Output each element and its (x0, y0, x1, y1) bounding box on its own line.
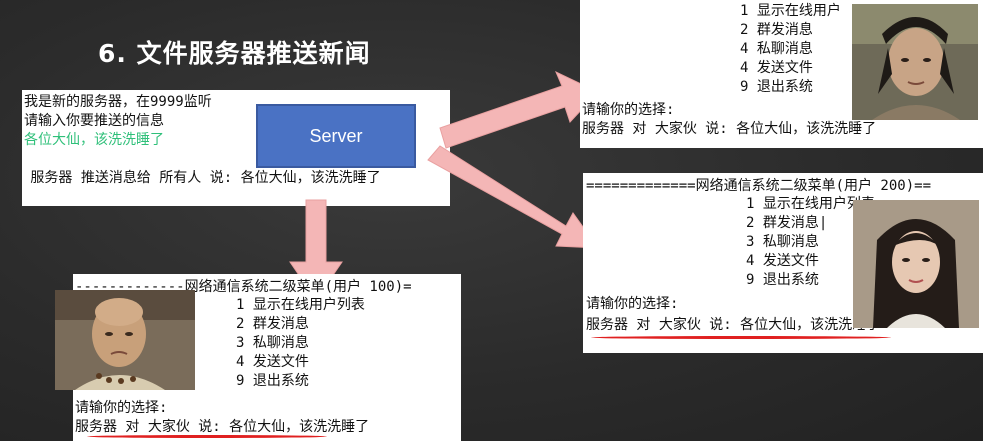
client-top-prompt: 请输你的选择: (582, 102, 675, 118)
client-200-underline (591, 336, 891, 339)
avatar-young-man-image (852, 4, 978, 120)
menu-item: 3 私聊消息 (236, 335, 309, 351)
client-200-header: =============网络通信系统二级菜单(用户 200)== (586, 178, 932, 194)
avatar-young-man (852, 4, 978, 120)
avatar-young-woman (853, 200, 979, 328)
menu-item: 1 显示在线用户列表 (236, 297, 365, 313)
client-top-received: 服务器 对 大家伙 说: 各位大仙，该洗洗睡了 (582, 121, 877, 137)
menu-item: 1 显示在线用户 (740, 3, 841, 19)
client-100-menu: 1 显示在线用户列表 2 群发消息 3 私聊消息 4 发送文件 9 退出系统 (236, 296, 365, 391)
arrow-to-client-top (439, 70, 599, 149)
menu-item: 4 发送文件 (740, 60, 813, 76)
arrow-to-client-200 (427, 145, 600, 249)
avatar-old-monk (55, 290, 195, 390)
avatar-young-woman-image (853, 200, 979, 328)
client-200-prompt: 请输你的选择: (586, 296, 679, 312)
menu-item: 2 群发消息 (236, 316, 309, 332)
client-200-received: 服务器 对 大家伙 说: 各位大仙，该洗洗睡了 (586, 317, 881, 333)
client-top-menu: 1 显示在线用户 2 群发消息 4 私聊消息 4 发送文件 9 退出系统 (740, 2, 841, 97)
menu-item: 9 退出系统 (740, 79, 813, 95)
client-100-underline (87, 435, 327, 438)
client-200-panel: =============网络通信系统二级菜单(用户 200)== 1 显示在线… (583, 173, 983, 353)
client-top-panel: 1 显示在线用户 2 群发消息 4 私聊消息 4 发送文件 9 退出系统 请输你… (580, 0, 983, 148)
menu-item: 2 群发消息 (740, 22, 813, 38)
avatar-old-monk-image (55, 290, 195, 390)
client-100-panel: -------------网络通信系统二级菜单(用户 100)= 1 显示在线用… (55, 274, 461, 441)
menu-item: 9 退出系统 (236, 373, 309, 389)
client-100-prompt: 请输你的选择: (75, 400, 168, 416)
menu-item: 4 发送文件 (236, 354, 309, 370)
menu-item: 4 私聊消息 (740, 41, 813, 57)
